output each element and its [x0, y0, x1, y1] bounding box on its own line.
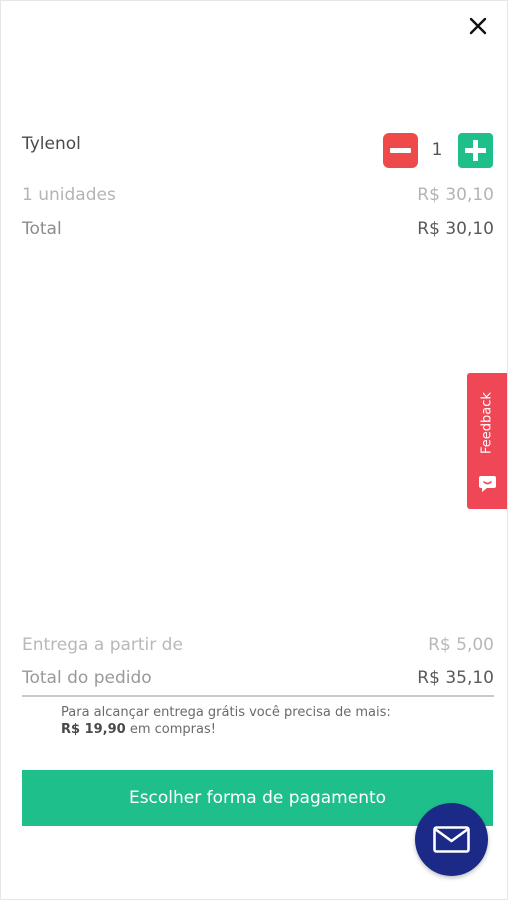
free-shipping-amount-line: R$ 19,90 em compras! [61, 721, 391, 738]
free-shipping-suffix: em compras! [125, 722, 216, 737]
decrease-quantity-button[interactable] [383, 133, 418, 168]
free-shipping-amount: R$ 19,90 [61, 722, 126, 737]
order-total-row: Total do pedido R$ 35,10 [22, 668, 494, 688]
item-total-label: Total [22, 219, 62, 239]
feedback-label: Feedback [479, 392, 495, 454]
contact-mail-button[interactable] [415, 803, 488, 876]
mail-icon [433, 826, 470, 853]
product-name: Tylenol [22, 134, 81, 154]
divider [22, 695, 494, 697]
units-value: R$ 30,10 [417, 185, 494, 205]
delivery-row: Entrega a partir de R$ 5,00 [22, 635, 494, 655]
close-button[interactable] [464, 12, 492, 40]
feedback-tab[interactable]: Feedback [467, 373, 507, 509]
order-total-value: R$ 35,10 [417, 668, 494, 688]
units-label: 1 unidades [22, 185, 116, 205]
order-total-label: Total do pedido [22, 668, 152, 688]
item-total-row: Total R$ 30,10 [22, 219, 494, 239]
chat-bubble-icon [479, 476, 496, 492]
delivery-value: R$ 5,00 [428, 635, 494, 655]
increase-quantity-button[interactable] [458, 133, 493, 168]
free-shipping-note-line: Para alcançar entrega grátis você precis… [61, 705, 391, 720]
free-shipping-note: Para alcançar entrega grátis você precis… [61, 704, 391, 738]
item-total-value: R$ 30,10 [417, 219, 494, 239]
delivery-label: Entrega a partir de [22, 635, 183, 655]
quantity-value: 1 [431, 140, 443, 160]
units-row: 1 unidades R$ 30,10 [22, 185, 494, 205]
close-icon [469, 17, 487, 35]
